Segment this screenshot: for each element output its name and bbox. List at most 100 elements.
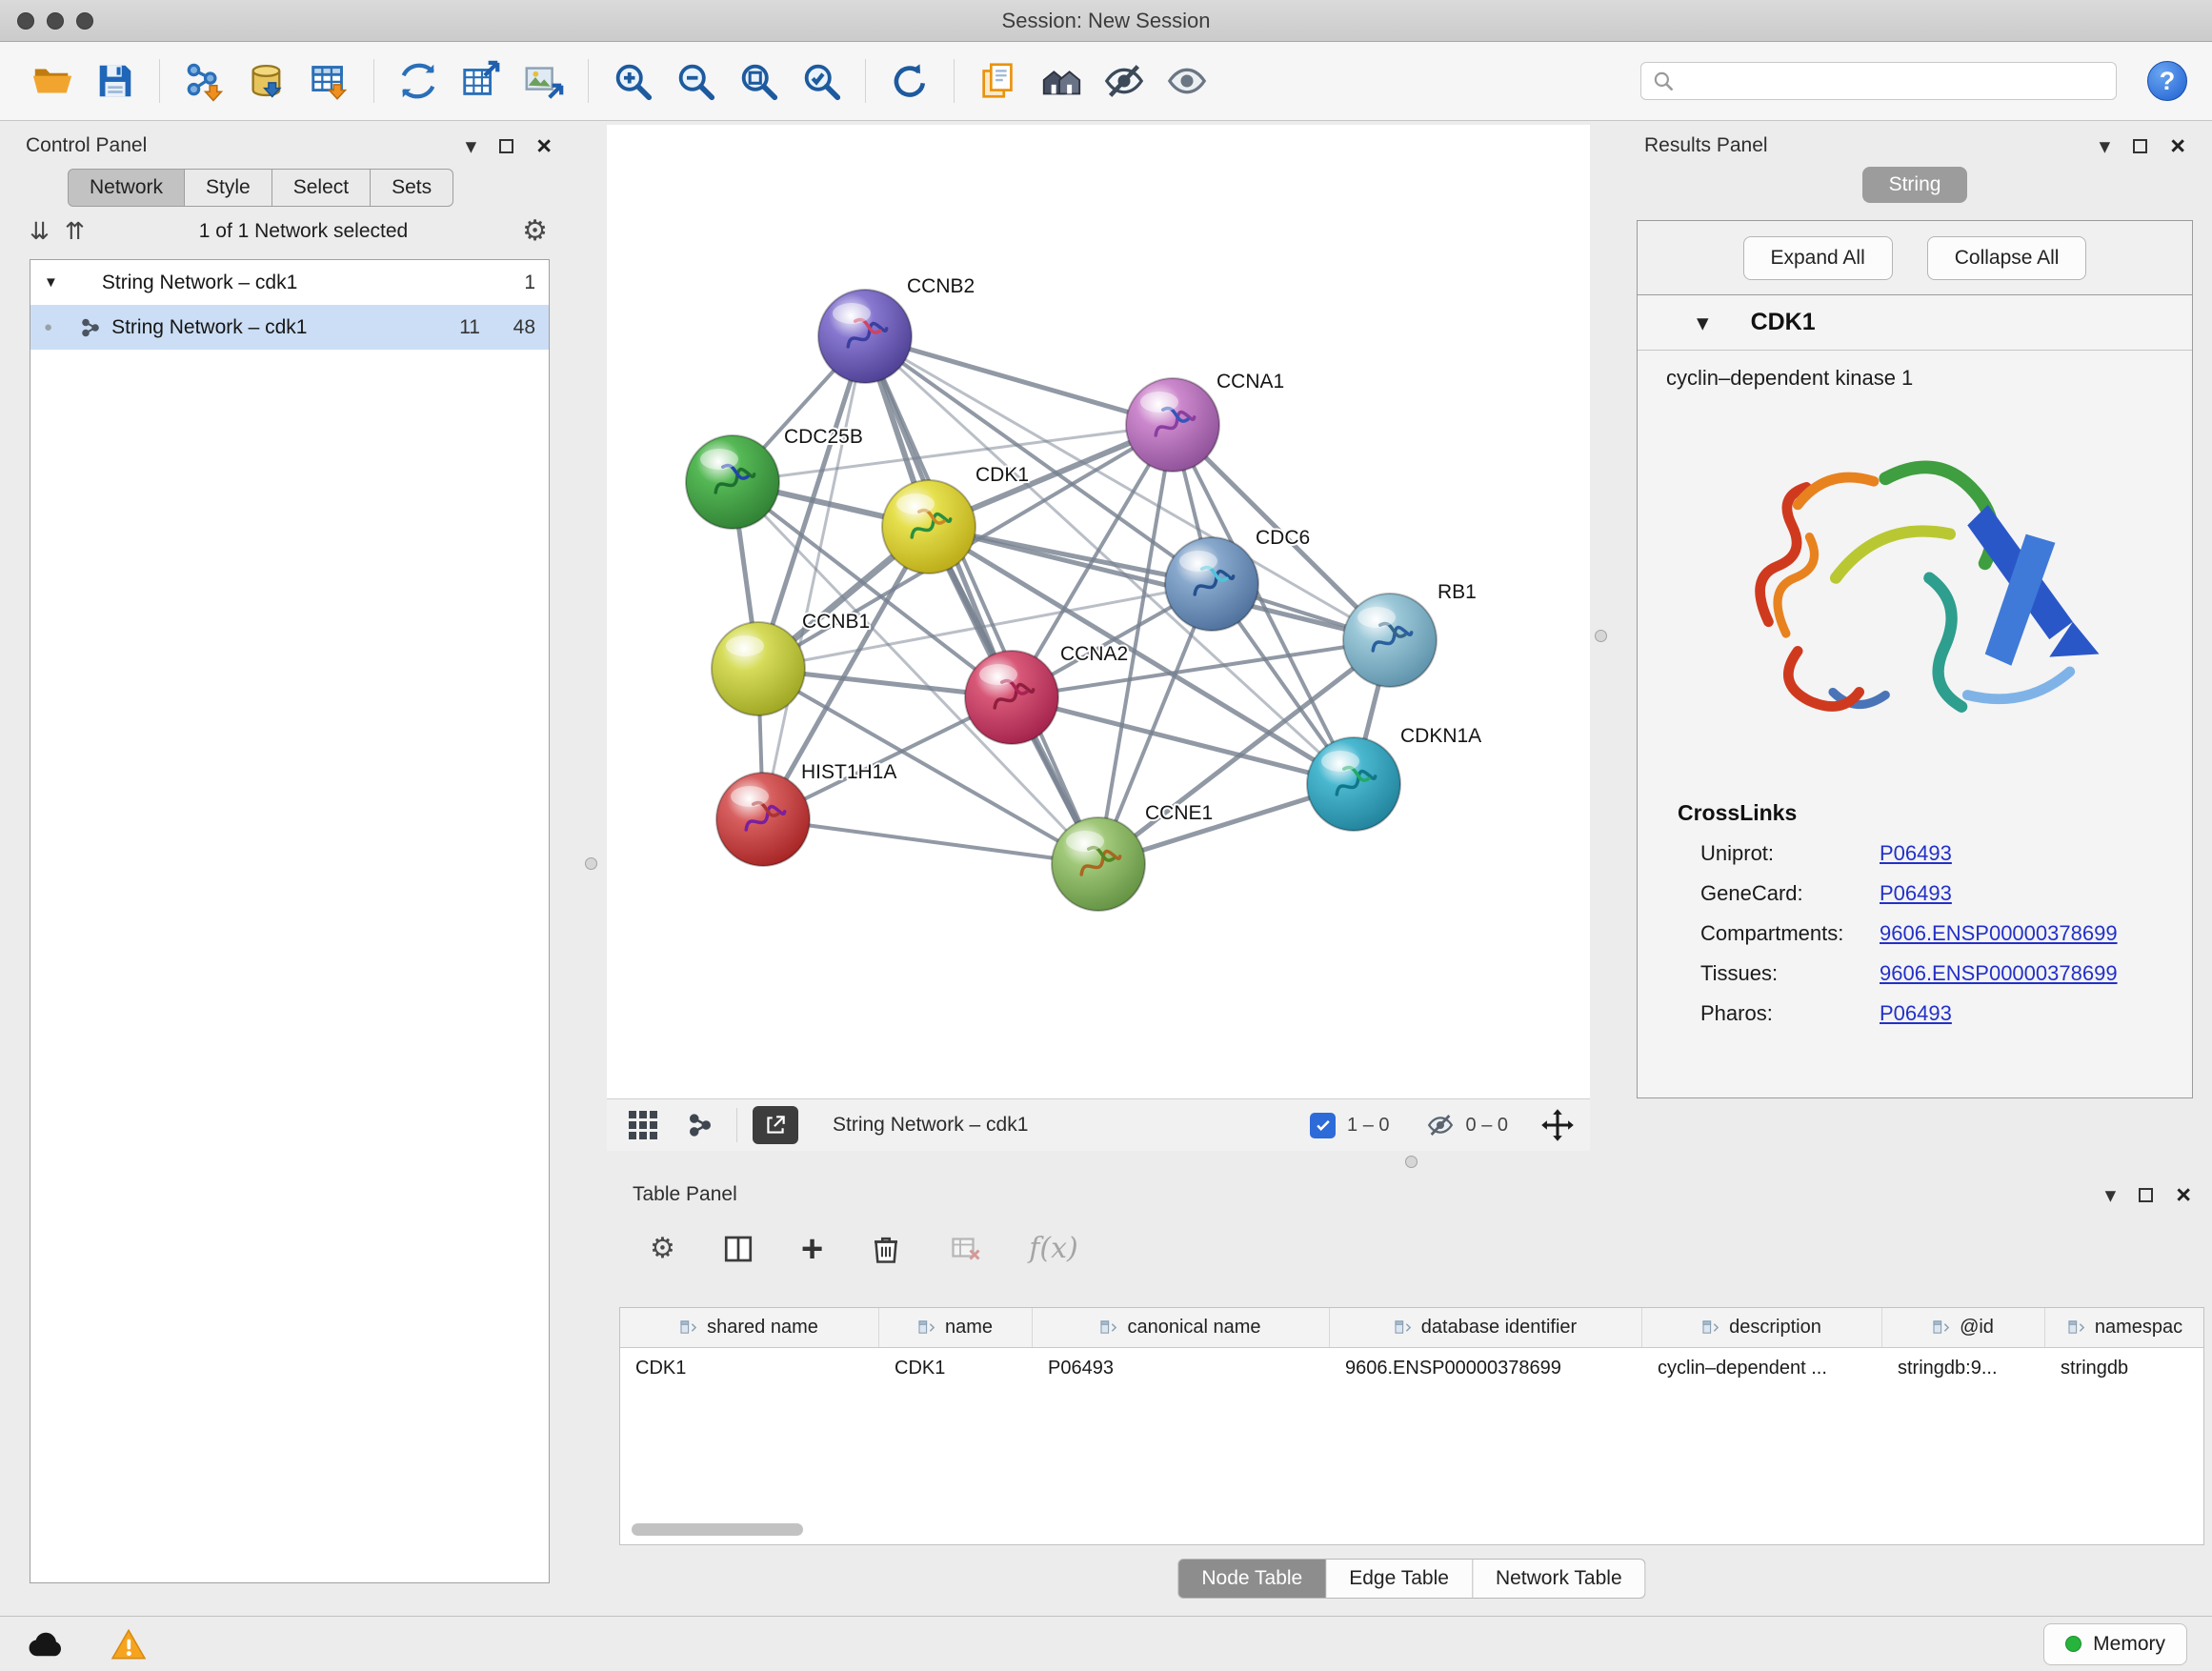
first-neighbors-button[interactable] [1034,51,1089,111]
close-panel-icon[interactable]: × [2170,133,2185,159]
tab-network[interactable]: Network [68,169,185,207]
crosslink-link[interactable]: 9606.ENSP00000378699 [1880,921,2118,946]
tree-caret-icon[interactable]: ▼ [44,274,58,291]
column-header-shared-name[interactable]: shared name [620,1308,879,1347]
node-cdc6[interactable] [1165,537,1258,631]
maximize-window-button[interactable] [76,12,93,30]
hidden-eye-slash-icon[interactable] [1426,1111,1455,1139]
collapse-all-networks-icon[interactable]: ⇊ [30,220,50,244]
protein-section-header[interactable]: ▾ CDK1 [1638,295,2192,351]
tree-row-string-network-cdk1[interactable]: ▼String Network – cdk11 [30,260,549,305]
tab-node-table[interactable]: Node Table [1177,1559,1326,1599]
float-panel-icon[interactable] [2133,139,2147,153]
panel-menu-caret-icon[interactable]: ▾ [2100,135,2111,157]
tab-style[interactable]: Style [185,169,272,207]
splitter-handle[interactable] [1595,630,1607,642]
edge-count: 48 [503,316,535,339]
tab-select[interactable]: Select [272,169,371,207]
search-box[interactable] [1640,62,2117,100]
import-table-from-file-button[interactable] [302,51,357,111]
zoom-out-button[interactable] [668,51,723,111]
function-builder-button[interactable]: f(x) [1029,1235,1077,1263]
collapse-all-button[interactable]: Collapse All [1927,236,2087,280]
zoom-selected-button[interactable] [794,51,849,111]
memory-button[interactable]: Memory [2043,1623,2187,1665]
annotations-button[interactable] [971,51,1026,111]
node-cdk1[interactable] [882,480,975,574]
table-row[interactable]: CDK1CDK1P064939606.ENSP00000378699cyclin… [620,1348,2203,1390]
node-ccna1[interactable] [1126,378,1219,472]
delete-table-button[interactable] [949,1232,983,1266]
hide-selected-button[interactable] [1096,51,1152,111]
column-header-namespac[interactable]: namespac [2045,1308,2205,1347]
tree-row-string-network-cdk1[interactable]: ●String Network – cdk11148 [30,305,549,350]
node-hist1h1a[interactable] [716,773,810,866]
column-header-description[interactable]: description [1642,1308,1882,1347]
show-columns-button[interactable] [721,1232,755,1266]
tab-string[interactable]: String [1862,167,1968,203]
crosslink-link[interactable]: P06493 [1880,1001,1952,1026]
network-overview-button[interactable] [679,1106,721,1144]
edge-ccnb2-hist1h1a[interactable] [763,336,865,819]
float-panel-icon[interactable] [2139,1188,2153,1202]
create-column-button[interactable]: + [801,1230,823,1268]
table-horizontal-scrollbar[interactable] [632,1523,803,1536]
node-ccne1[interactable] [1052,817,1145,911]
splitter-handle[interactable] [585,857,597,870]
open-in-new-view-button[interactable] [753,1106,798,1144]
node-cdkn1a[interactable] [1307,737,1400,831]
node-cdc25b[interactable] [686,435,779,529]
minimize-window-button[interactable] [47,12,64,30]
edge-ccnb2-ccne1[interactable] [865,336,1098,864]
column-header-database-identifier[interactable]: database identifier [1330,1308,1642,1347]
tab-network-table[interactable]: Network Table [1473,1559,1646,1599]
node-rb1[interactable] [1343,594,1437,687]
export-image-button[interactable] [516,51,572,111]
table-options-button[interactable]: ⚙ [650,1235,675,1263]
float-panel-icon[interactable] [499,139,513,153]
help-button[interactable]: ? [2147,61,2187,101]
close-window-button[interactable] [17,12,34,30]
tab-edge-table[interactable]: Edge Table [1326,1559,1473,1599]
network-view[interactable]: CCNB2CCNA1CDC25BCDK1CDC6RB1CCNB1CCNA2CDK… [607,125,1590,1098]
tab-sets[interactable]: Sets [371,169,453,207]
edge-ccnb2-ccna1[interactable] [865,336,1173,425]
delete-columns-button[interactable] [869,1232,903,1266]
new-network-from-selection-button[interactable] [391,51,446,111]
column-header-canonical-name[interactable]: canonical name [1033,1308,1330,1347]
export-table-button[interactable] [453,51,509,111]
import-network-from-database-button[interactable] [239,51,294,111]
zoom-fit-button[interactable] [731,51,786,111]
warning-icon[interactable] [111,1628,147,1661]
node-ccnb1[interactable] [712,622,805,715]
fit-content-button[interactable] [1540,1108,1575,1142]
show-all-button[interactable] [1159,51,1215,111]
grid-view-button[interactable] [622,1106,664,1144]
expand-all-networks-icon[interactable]: ⇈ [65,220,85,244]
collapse-section-caret-icon[interactable]: ▾ [1697,309,1709,337]
crosslink-link[interactable]: P06493 [1880,881,1952,906]
node-ccnb2[interactable] [818,290,912,383]
panel-menu-caret-icon[interactable]: ▾ [2105,1184,2117,1206]
search-input[interactable] [1683,70,2106,92]
crosslink-link[interactable]: P06493 [1880,841,1952,866]
network-options-gear-icon[interactable]: ⚙ [522,217,548,246]
edge-hist1h1a-ccne1[interactable] [763,819,1098,864]
open-session-button[interactable] [25,51,80,111]
splitter-handle[interactable] [1405,1156,1418,1168]
close-panel-icon[interactable]: × [2176,1182,2191,1208]
crosslink-link[interactable]: 9606.ENSP00000378699 [1880,961,2118,986]
save-session-button[interactable] [88,51,143,111]
selected-checkbox-icon[interactable] [1310,1113,1336,1138]
expand-all-button[interactable]: Expand All [1743,236,1893,280]
cloud-icon[interactable] [25,1630,67,1659]
column-header-name[interactable]: name [879,1308,1033,1347]
node-ccna2[interactable] [965,651,1058,744]
panel-menu-caret-icon[interactable]: ▾ [466,135,477,157]
column-header-id[interactable]: @id [1882,1308,2045,1347]
zoom-in-button[interactable] [605,51,660,111]
network-canvas[interactable]: CCNB2CCNA1CDC25BCDK1CDC6RB1CCNB1CCNA2CDK… [607,125,1590,1098]
close-panel-icon[interactable]: × [536,133,552,159]
refresh-network-button[interactable] [882,51,937,111]
import-network-from-file-button[interactable] [176,51,231,111]
